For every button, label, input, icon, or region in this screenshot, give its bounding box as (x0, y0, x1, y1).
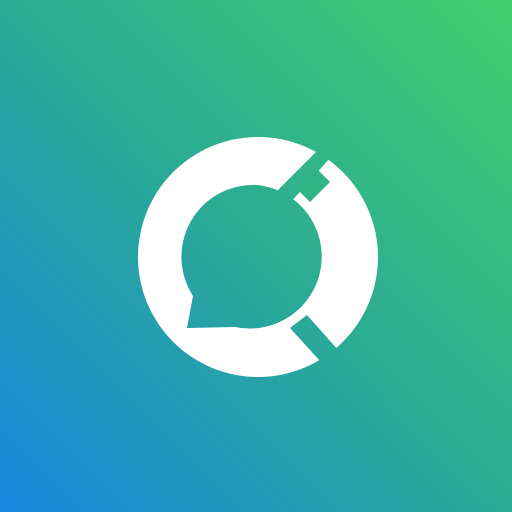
chat-bubble-ring-logo-icon (0, 0, 512, 512)
app-icon (0, 0, 512, 512)
logo-fill (0, 0, 512, 512)
logo-ring (0, 0, 512, 512)
